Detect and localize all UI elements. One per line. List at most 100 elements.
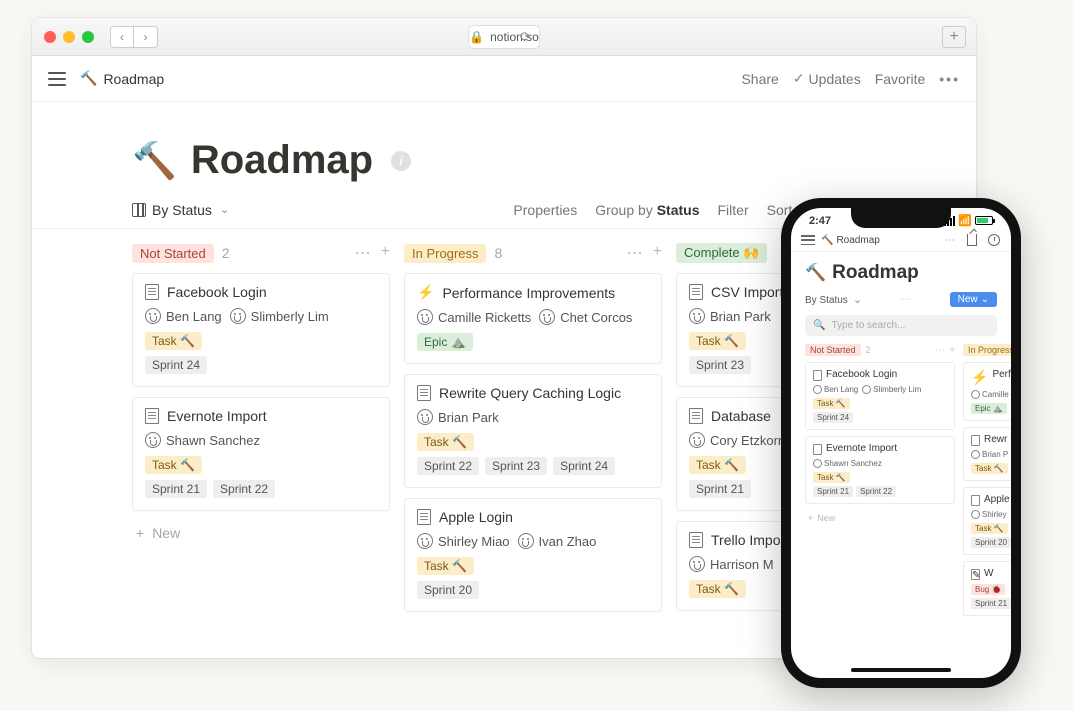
sprint-tag: Sprint 22 [856,486,896,497]
updates-button[interactable]: ✓ Updates [793,70,861,87]
type-tag: Task 🔨 [689,580,746,598]
assignee: Brian Park [689,308,771,324]
column-more-icon[interactable]: ⋯ [355,243,371,263]
avatar-icon [971,390,980,399]
hammer-icon[interactable]: 🔨 [805,263,826,283]
phone-view-selector[interactable]: By Status ⌄ [805,293,862,306]
column-header: Not Started 2 ⋯+ [132,243,390,263]
column-more-icon[interactable]: ⋯ [627,243,643,263]
column-header: In Progress 8 ⋯ + [404,243,662,263]
page-icon [971,435,980,446]
type-tag: Epic ⛰️ [971,403,1007,414]
avatar-icon [971,450,980,459]
phone-new-button[interactable]: New⌄ [950,292,997,307]
address-bar[interactable]: 🔒 notion.so ⟳ [468,25,540,49]
url-text: notion.so [490,30,539,44]
column-more-icon[interactable]: ⋯ [935,345,945,356]
phone-card[interactable]: Evernote Import Shawn Sanchez Task 🔨 Spr… [805,436,955,504]
phone-card[interactable]: ⚡Perfo Camille Epic ⛰️ [963,362,1011,421]
card-tags: Epic ⛰️ [417,333,649,351]
share-button[interactable]: Share [741,71,778,87]
forward-button[interactable]: › [134,26,158,48]
back-button[interactable]: ‹ [110,26,134,48]
phone-history-icon[interactable] [987,233,1001,247]
lock-icon: 🔒 [469,30,484,44]
phone-breadcrumb[interactable]: 🔨 Roadmap [821,235,880,246]
type-tag: Task 🔨 [417,433,474,451]
phone-page-title[interactable]: Roadmap [832,262,919,284]
window-controls [44,31,94,43]
status-chip[interactable]: Not Started [132,244,214,263]
hammer-icon: 🔨 [821,235,833,246]
board-card[interactable]: Rewrite Query Caching Logic Brian Park T… [404,374,662,488]
home-indicator[interactable] [851,668,951,672]
phone-card[interactable]: Rewr Logic Brian P Task 🔨 [963,427,1011,481]
type-tag: Task 🔨 [813,398,850,409]
refresh-icon[interactable]: ⟳ [520,29,531,45]
favorite-button[interactable]: Favorite [875,71,926,87]
sidebar-toggle-icon[interactable] [48,72,66,86]
filter-button[interactable]: Filter [718,202,749,218]
sprint-tag: Sprint 22 [213,480,275,498]
phone-card[interactable]: Facebook Login Ben LangSlimberly Lim Tas… [805,362,955,430]
card-title: Rewrite Query Caching Logic [439,385,621,401]
page-title[interactable]: Roadmap [191,138,373,183]
column-count: 8 [494,245,502,261]
new-tab-button[interactable]: + [942,26,966,48]
column-add-icon[interactable]: + [949,345,955,356]
breadcrumb[interactable]: 🔨 Roadmap [80,70,164,87]
status-chip[interactable]: Complete 🙌 [676,243,767,263]
info-icon[interactable]: i [391,151,411,171]
phone-column-header: Not Started 2 ⋯+ [805,344,955,356]
assignee: Brian P [971,450,1008,459]
phone-sidebar-toggle-icon[interactable] [801,235,815,245]
avatar-icon [689,556,705,572]
add-card-button[interactable]: +New [805,510,955,526]
type-tag: Epic ⛰️ [417,333,473,351]
phone-frame: 2:47 📶 🔨 Roadmap ⋯ 🔨 Roadmap [781,198,1021,688]
phone-card[interactable]: Apple Shirley Task 🔨 Sprint 20 [963,487,1011,555]
search-icon: 🔍 [813,320,825,331]
avatar-icon [689,432,705,448]
card-title: Apple Login [439,509,513,525]
board-card[interactable]: Apple Login Shirley MiaoIvan Zhao Task 🔨… [404,498,662,612]
phone-view-toolbar: By Status ⌄ ⋯ New⌄ [791,288,1011,315]
phone-view-more-icon[interactable]: ⋯ [901,294,911,305]
card-tags: Task 🔨 [145,456,377,474]
board-card[interactable]: Evernote Import Shawn Sanchez Task 🔨 Spr… [132,397,390,511]
properties-button[interactable]: Properties [513,202,577,218]
avatar-icon [518,533,534,549]
more-options-icon[interactable]: ••• [939,71,960,87]
hammer-icon: 🔨 [80,70,97,87]
add-card-button[interactable]: +New [132,521,390,545]
card-title: Facebook Login [826,369,897,381]
card-title-row: Evernote Import [145,408,377,424]
maximize-window-icon[interactable] [82,31,94,43]
group-by-button[interactable]: Group by Status [595,202,699,218]
page-icon [689,284,703,300]
board-card[interactable]: Facebook Login Ben LangSlimberly Lim Tas… [132,273,390,387]
status-chip[interactable]: Not Started [805,344,861,356]
column-add-icon[interactable]: + [653,243,662,263]
status-chip[interactable]: In Progress [404,244,486,263]
phone-more-icon[interactable]: ⋯ [943,233,957,247]
sprint-tag: Sprint 24 [553,457,615,475]
phone-card[interactable]: ✎W Bug 🐞 Sprint 21 [963,561,1011,616]
card-title: Facebook Login [167,284,267,300]
board-card[interactable]: ⚡Performance Improvements Camille Ricket… [404,273,662,364]
phone-column: Not Started 2 ⋯+Facebook Login Ben LangS… [805,344,955,622]
column-add-icon[interactable]: + [381,243,390,263]
minimize-window-icon[interactable] [63,31,75,43]
phone-share-icon[interactable] [965,233,979,247]
phone-search-input[interactable]: 🔍 Type to search... [805,315,997,336]
card-title: Database [711,408,771,424]
view-name: By Status [152,202,212,218]
card-tags: Task 🔨 [417,557,649,575]
close-window-icon[interactable] [44,31,56,43]
view-selector[interactable]: By Status ⌄ [132,202,229,228]
assignee: Slimberly Lim [862,385,921,394]
status-chip[interactable]: In Progress [963,344,1011,356]
page-icon[interactable]: 🔨 [132,140,177,182]
sprint-tag: Sprint 21 [689,480,751,498]
wifi-icon: 📶 [958,214,972,227]
